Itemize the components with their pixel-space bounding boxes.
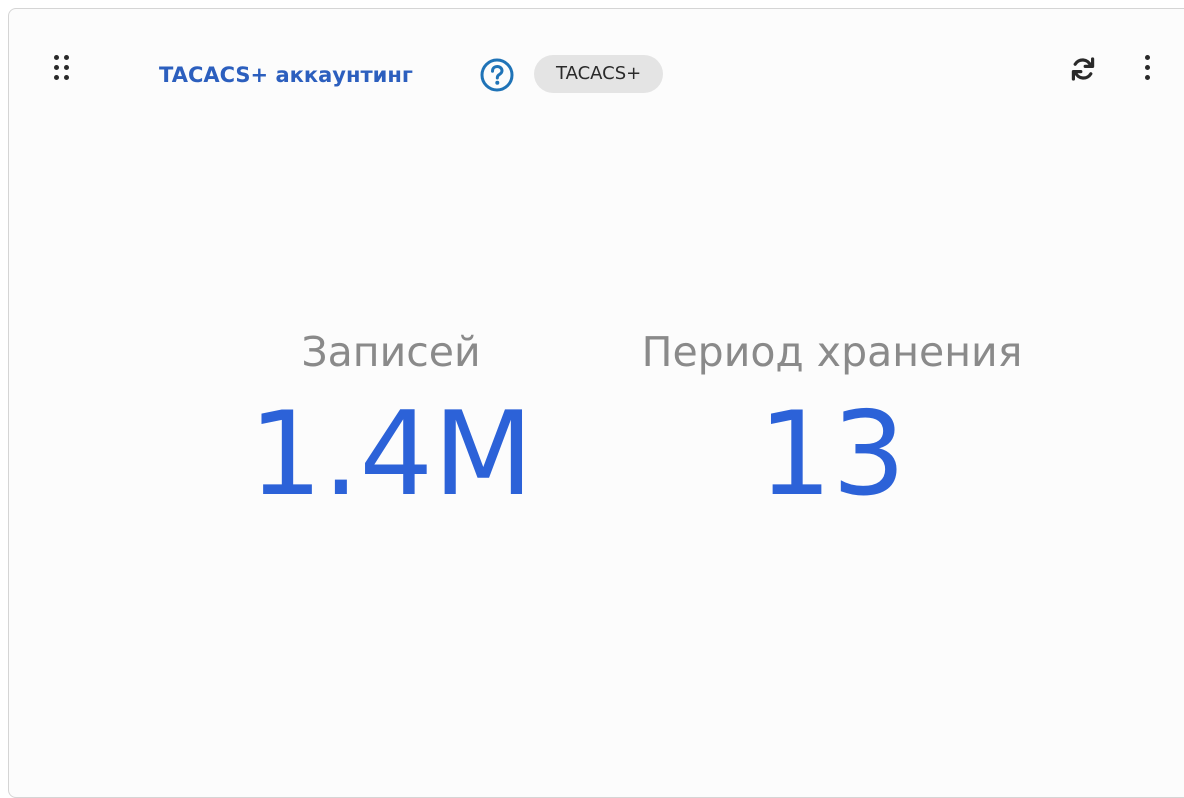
records-stat: Записей 1.4M <box>231 327 551 525</box>
records-value: 1.4M <box>248 387 534 522</box>
retention-value: 13 <box>758 387 906 522</box>
retention-label: Период хранения <box>641 328 1023 376</box>
refresh-icon[interactable] <box>1070 54 1096 84</box>
more-vertical-icon[interactable] <box>1141 53 1155 85</box>
drag-handle-icon[interactable] <box>52 53 72 89</box>
tacacs-accounting-widget: TACACS+ аккаунтинг TACACS+ Записей 1.4M … <box>8 8 1184 798</box>
protocol-badge: TACACS+ <box>534 55 664 93</box>
widget-title: TACACS+ аккаунтинг <box>159 63 413 87</box>
retention-stat: Период хранения 13 <box>609 327 1055 525</box>
records-label: Записей <box>301 328 481 376</box>
help-circle-icon[interactable] <box>479 57 515 93</box>
